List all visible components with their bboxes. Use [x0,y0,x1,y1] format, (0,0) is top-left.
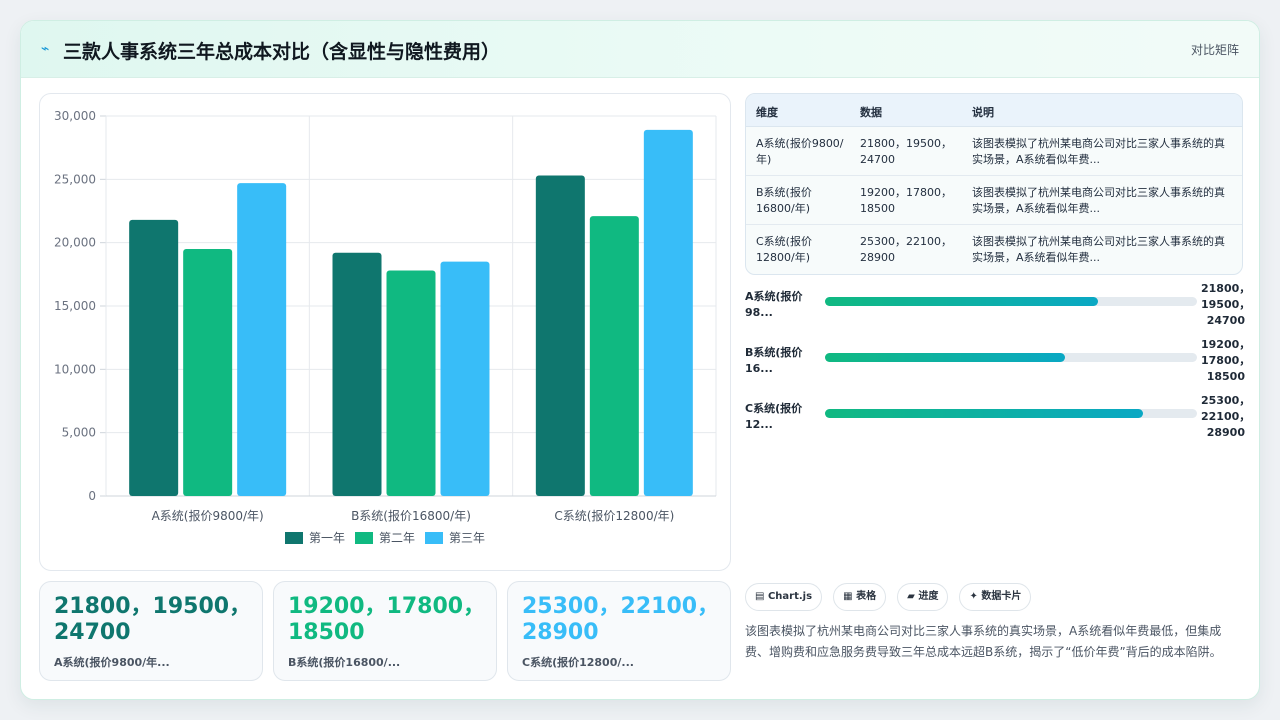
y-tick-label: 25,000 [54,172,96,186]
y-tick-label: 0 [88,489,96,503]
table-header: 维度 数据 说明 [746,94,1242,127]
page-title: 三款人事系统三年总成本对比（含显性与隐性费用） [63,41,501,63]
chip-label: 进度 [918,591,939,602]
progress-value: 25300，22100，28900 [1201,394,1251,439]
progress-fill [825,297,1099,306]
legend-label: 第二年 [379,531,415,545]
stat-card-b: 19200，17800，18500 B系统(报价16800/... [273,581,497,681]
bar [332,252,382,496]
row-note: 该图表模拟了杭州某电商公司对比三家人事系统的真实场景，A系统看似年费... [972,137,1225,166]
table-icon: ▦ [843,591,853,602]
stat-value: 25300，22100，28900 [522,594,720,645]
table-row: B系统(报价16800/年) 19200，17800，18500 该图表模拟了杭… [746,176,1242,225]
chip-table[interactable]: ▦ 表格 [833,583,887,611]
progress-row: B系统(报价16... 19200，17800，18500 [745,338,1250,395]
stat-label: A系统(报价9800/年... [54,656,170,669]
row-note: 该图表模拟了杭州某电商公司对比三家人事系统的真实场景，A系统看似年费... [972,186,1225,215]
progress-track [825,409,1197,418]
progress-row: C系统(报价12... 25300，22100，28900 [745,394,1250,451]
x-tick-label: C系统(报价12800/年) [554,508,674,523]
x-tick-label: A系统(报价9800/年) [152,508,264,523]
chip-data-card[interactable]: ✦ 数据卡片 [959,583,1032,611]
progress-value: 19200，17800，18500 [1201,338,1251,383]
bar [535,175,585,496]
y-tick-label: 5,000 [62,426,96,440]
chart-svg: 0 5,000 10,000 15,000 20,000 25,000 30,000 A系统(… [54,109,717,545]
legend-swatch [285,532,303,544]
row-data: 19200，17800，18500 [860,186,952,215]
stat-card-a: 21800，19500，24700 A系统(报价9800/年... [39,581,263,681]
bar-chart: 0 5,000 10,000 15,000 20,000 25,000 30,000 A系统(… [39,93,731,571]
stat-card-c: 25300，22100，28900 C系统(报价12800/... [507,581,731,681]
progress-row: A系统(报价98... 21800，19500，24700 [745,282,1250,339]
tag-chips: ▤ Chart.js ▦ 表格 ▰ 进度 ✦ 数据卡片 [745,583,1037,611]
progress-value: 21800，19500，24700 [1201,282,1251,327]
chip-label: 表格 [856,591,877,602]
data-table: 维度 数据 说明 A系统(报价9800/年) 21800，19500，24700… [745,93,1243,275]
row-dimension: C系统(报价12800/年) [756,235,812,264]
y-tick-label: 30,000 [54,109,96,123]
chip-label: Chart.js [767,591,813,602]
bar [183,249,233,496]
header-note: 说明 [972,106,994,119]
progress-fill [825,409,1144,418]
bar [129,219,179,496]
sparkle-icon: ✦ [969,591,978,602]
wave-icon: ⌁ [41,41,50,57]
legend-swatch [425,532,443,544]
progress-track [825,353,1197,362]
progress-fill [825,353,1065,362]
bar [440,261,490,496]
progress-label: C系统(报价12... [745,402,803,431]
stat-label: B系统(报价16800/... [288,656,401,669]
row-data: 25300，22100，28900 [860,235,952,264]
bar [589,216,639,497]
y-tick-label: 15,000 [54,299,96,313]
row-data: 21800，19500，24700 [860,137,952,166]
stat-value: 21800，19500，24700 [54,594,252,645]
x-tick-label: B系统(报价16800/年) [351,508,471,523]
bar [237,183,287,496]
table-row: A系统(报价9800/年) 21800，19500，24700 该图表模拟了杭州… [746,127,1242,176]
description-text: 该图表模拟了杭州某电商公司对比三家人事系统的真实场景，A系统看似年费最低，但集成… [745,624,1222,659]
progress-track [825,297,1197,306]
row-dimension: A系统(报价9800/年) [756,137,844,166]
row-dimension: B系统(报价16800/年) [756,186,812,215]
table-row: C系统(报价12800/年) 25300，22100，28900 该图表模拟了杭… [746,225,1242,273]
legend-label: 第一年 [309,531,345,545]
legend-swatch [355,532,373,544]
y-tick-label: 10,000 [54,362,96,376]
header-dimension: 维度 [756,106,778,119]
chip-label: 数据卡片 [981,591,1022,602]
main-card: ⌁ 三款人事系统三年总成本对比（含显性与隐性费用） 对比矩阵 0 5,000 10,… [20,20,1260,700]
header-data: 数据 [860,106,882,119]
progress-label: A系统(报价98... [745,290,803,319]
chart-icon: ▤ [755,591,765,602]
y-tick-label: 20,000 [54,236,96,250]
progress-label: B系统(报价16... [745,346,803,375]
bar [386,270,436,496]
bar [643,129,693,496]
row-note: 该图表模拟了杭州某电商公司对比三家人事系统的真实场景，A系统看似年费... [972,235,1225,264]
legend-label: 第三年 [449,531,485,545]
stat-value: 19200，17800，18500 [288,594,486,645]
matrix-badge[interactable]: 对比矩阵 [1191,41,1239,58]
stat-label: C系统(报价12800/... [522,656,634,669]
chip-progress[interactable]: ▰ 进度 [897,583,949,611]
chip-chartjs[interactable]: ▤ Chart.js [745,583,823,611]
header-bar: ⌁ 三款人事系统三年总成本对比（含显性与隐性费用） 对比矩阵 [21,21,1259,78]
progress-icon: ▰ [907,591,915,602]
